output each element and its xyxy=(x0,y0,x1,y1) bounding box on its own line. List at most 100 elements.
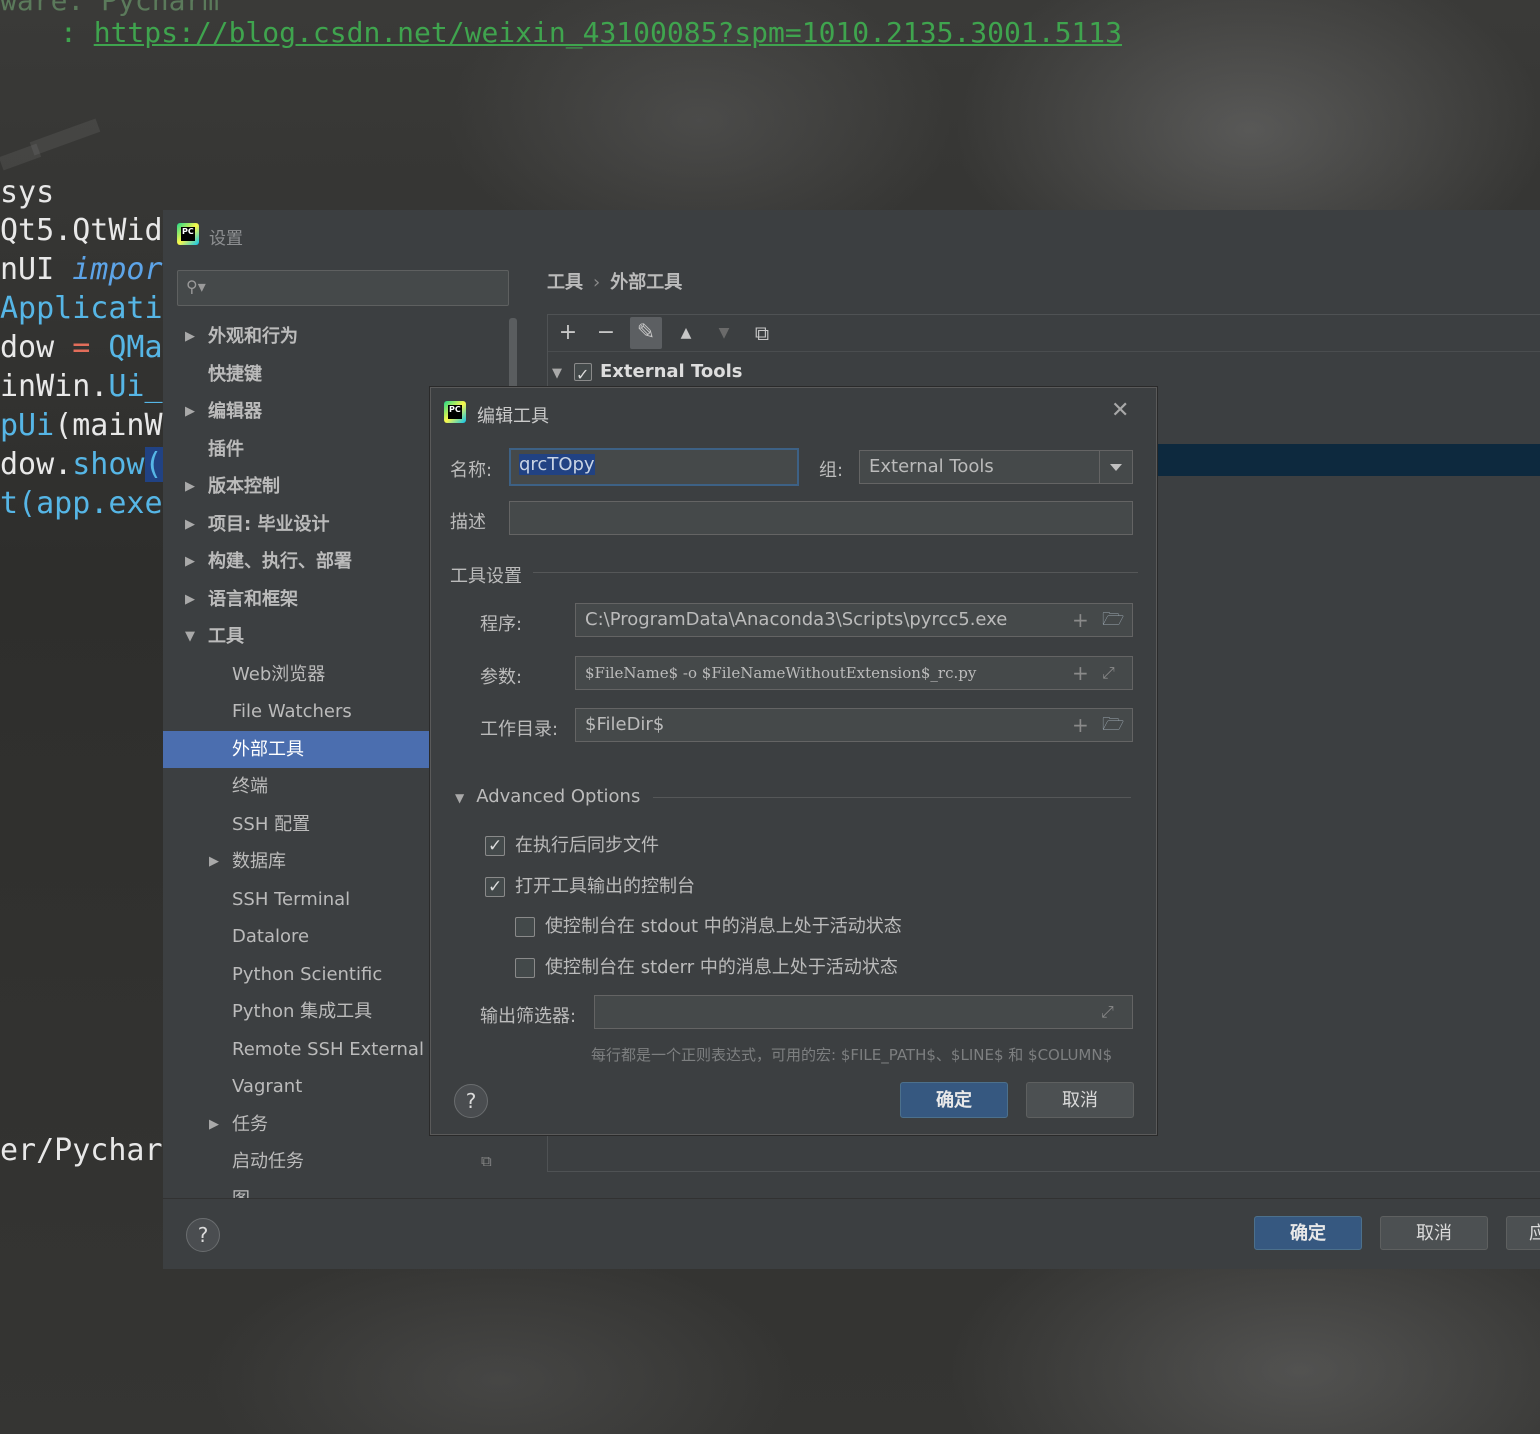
edit-tool-dialog: PC 编辑工具 ✕ 名称: qrcTOpy 组: External Tools … xyxy=(430,387,1157,1135)
chevron-right-icon[interactable]: ▶ xyxy=(185,393,195,430)
description-input[interactable] xyxy=(509,501,1133,535)
stderr-activate-option[interactable]: 使控制台在 stderr 中的消息上处于活动状态 xyxy=(515,956,898,980)
move-up-icon[interactable]: ▲ xyxy=(670,317,702,349)
advanced-options-toggle[interactable]: ▼ Advanced Options xyxy=(455,786,640,807)
sidebar-item-label: 外观和行为 xyxy=(208,326,298,347)
editor-url-line: : https://blog.csdn.net/weixin_43100085?… xyxy=(60,16,1122,49)
chevron-right-icon[interactable]: ▶ xyxy=(185,543,195,580)
settings-footer: ? 确定 取消 应用 xyxy=(163,1198,1540,1269)
search-icon: ⚲▾ xyxy=(186,277,206,296)
program-input[interactable]: C:\ProgramData\Anaconda3\Scripts\pyrcc5.… xyxy=(575,603,1133,637)
insert-macro-icon[interactable]: + xyxy=(1072,709,1089,741)
name-input[interactable]: qrcTOpy xyxy=(509,448,799,486)
sidebar-item-label: Web浏览器 xyxy=(232,663,326,685)
pycharm-logo-icon: PC xyxy=(177,223,199,245)
section-divider xyxy=(533,572,1138,573)
sidebar-item-label: 任务 xyxy=(232,1113,268,1135)
sidebar-item-label: 数据库 xyxy=(232,851,286,872)
arguments-input[interactable]: $FileName$ -o $FileNameWithoutExtension$… xyxy=(575,656,1133,690)
settings-titlebar[interactable]: PC 设置 xyxy=(163,210,1540,260)
code-line: t(app.exec xyxy=(0,486,181,521)
group-select-value: External Tools xyxy=(869,456,994,477)
sidebar-item-label: Datalore xyxy=(232,926,310,947)
expand-arrow-icon[interactable]: ▼ xyxy=(552,359,574,389)
sidebar-item-label: 语言和框架 xyxy=(208,588,298,610)
sidebar-item[interactable]: 外部工具 xyxy=(163,730,430,768)
sidebar-item[interactable]: 启动任务 xyxy=(163,1143,520,1180)
wallpaper-stripe xyxy=(29,118,101,156)
stdout-activate-option[interactable]: 使控制台在 stdout 中的消息上处于活动状态 xyxy=(515,915,902,939)
working-directory-label: 工作目录: xyxy=(480,719,559,740)
chevron-right-icon[interactable]: ▶ xyxy=(209,1106,219,1143)
folder-icon[interactable]: 🗁 xyxy=(1102,604,1124,636)
dialog-ok-button[interactable]: 确定 xyxy=(900,1082,1008,1118)
sidebar-item[interactable]: 图 xyxy=(163,1181,520,1199)
output-filters-hint: 每行都是一个正则表达式，可用的宏: $FILE_PATH$、$LINE$ 和 $… xyxy=(591,1046,1113,1064)
code-line: nUI import xyxy=(0,252,181,287)
open-console-checkbox[interactable] xyxy=(485,875,505,899)
output-filters-input[interactable]: ⤢ xyxy=(594,995,1133,1029)
help-button[interactable]: ? xyxy=(454,1084,488,1118)
code-line: er/Pycharm xyxy=(0,1133,181,1168)
chevron-right-icon[interactable]: ▶ xyxy=(209,843,219,880)
code-line: dow = QMai xyxy=(0,330,181,365)
sidebar-item-label: 工具 xyxy=(208,626,244,647)
sidebar-item-label: 图 xyxy=(232,1181,250,1199)
dialog-title: 编辑工具 xyxy=(477,406,549,427)
settings-search-input[interactable]: ⚲▾ xyxy=(177,270,509,306)
sync-files-checkbox[interactable] xyxy=(485,834,505,858)
code-line: dow.show() xyxy=(0,446,181,484)
breadcrumb-parent[interactable]: 工具 xyxy=(547,272,583,293)
sidebar-item-label: Python Scientific xyxy=(232,963,383,985)
settings-tree-scrollbar[interactable] xyxy=(509,318,517,398)
sync-files-label: 在执行后同步文件 xyxy=(515,835,659,856)
tool-settings-header: 工具设置 xyxy=(450,566,522,587)
external-tools-toolbar: + − ✎ ▲ ▼ ⧉ xyxy=(548,315,1540,352)
copy-icon[interactable]: ⧉ xyxy=(746,317,778,349)
sidebar-item-label: 构建、执行、部署 xyxy=(208,551,352,572)
open-console-option[interactable]: 打开工具输出的控制台 xyxy=(485,875,695,899)
insert-macro-icon[interactable]: + xyxy=(1072,604,1089,636)
expand-icon[interactable]: ⤢ xyxy=(1102,657,1115,689)
chevron-down-icon[interactable]: ▼ xyxy=(185,618,195,655)
chevron-down-icon[interactable] xyxy=(1099,451,1132,483)
code-line: pUi(mainWi xyxy=(0,408,181,443)
settings-apply-button[interactable]: 应用 xyxy=(1506,1216,1540,1250)
sidebar-item-label: Vagrant xyxy=(232,1076,303,1097)
expand-icon[interactable]: ⤢ xyxy=(1101,996,1114,1028)
help-button[interactable]: ? xyxy=(186,1218,220,1252)
chevron-right-icon[interactable]: ▶ xyxy=(185,468,195,505)
move-down-icon[interactable]: ▼ xyxy=(708,317,740,349)
remove-icon[interactable]: − xyxy=(590,317,622,349)
expand-arrow-icon: ▼ xyxy=(455,791,465,805)
open-console-label: 打开工具输出的控制台 xyxy=(515,876,695,897)
section-divider xyxy=(653,797,1131,798)
group-label: 组: xyxy=(819,460,844,481)
chevron-right-icon[interactable]: ▶ xyxy=(185,506,195,543)
folder-icon[interactable]: 🗁 xyxy=(1102,709,1124,741)
settings-ok-button[interactable]: 确定 xyxy=(1254,1216,1362,1250)
sidebar-item-label: 版本控制 xyxy=(208,476,280,497)
stdout-activate-label: 使控制台在 stdout 中的消息上处于活动状态 xyxy=(545,916,902,937)
add-icon[interactable]: + xyxy=(552,317,584,349)
url-prefix: : xyxy=(60,16,94,49)
external-tools-group-row[interactable]: ▼ External Tools xyxy=(552,357,743,390)
working-directory-input[interactable]: $FileDir$ + 🗁 xyxy=(575,708,1133,742)
settings-title: 设置 xyxy=(209,229,243,249)
project-level-icon: ⧉ xyxy=(481,1152,492,1170)
sync-files-option[interactable]: 在执行后同步文件 xyxy=(485,834,659,858)
external-tools-group-label: External Tools xyxy=(600,361,743,382)
stderr-activate-checkbox[interactable] xyxy=(515,958,535,978)
group-select[interactable]: External Tools xyxy=(859,450,1133,484)
edit-icon[interactable]: ✎ xyxy=(630,317,662,349)
sidebar-item[interactable]: ▶ 外观和行为 xyxy=(163,318,520,355)
external-tools-checkbox[interactable] xyxy=(574,360,592,390)
chevron-right-icon[interactable]: ▶ xyxy=(185,318,195,355)
settings-cancel-button[interactable]: 取消 xyxy=(1380,1216,1488,1250)
stdout-activate-checkbox[interactable] xyxy=(515,917,535,937)
insert-macro-icon[interactable]: + xyxy=(1072,657,1089,689)
editor-url-link[interactable]: https://blog.csdn.net/weixin_43100085?sp… xyxy=(94,16,1122,49)
dialog-cancel-button[interactable]: 取消 xyxy=(1026,1082,1134,1118)
close-icon[interactable]: ✕ xyxy=(1111,398,1129,423)
chevron-right-icon[interactable]: ▶ xyxy=(185,581,195,618)
